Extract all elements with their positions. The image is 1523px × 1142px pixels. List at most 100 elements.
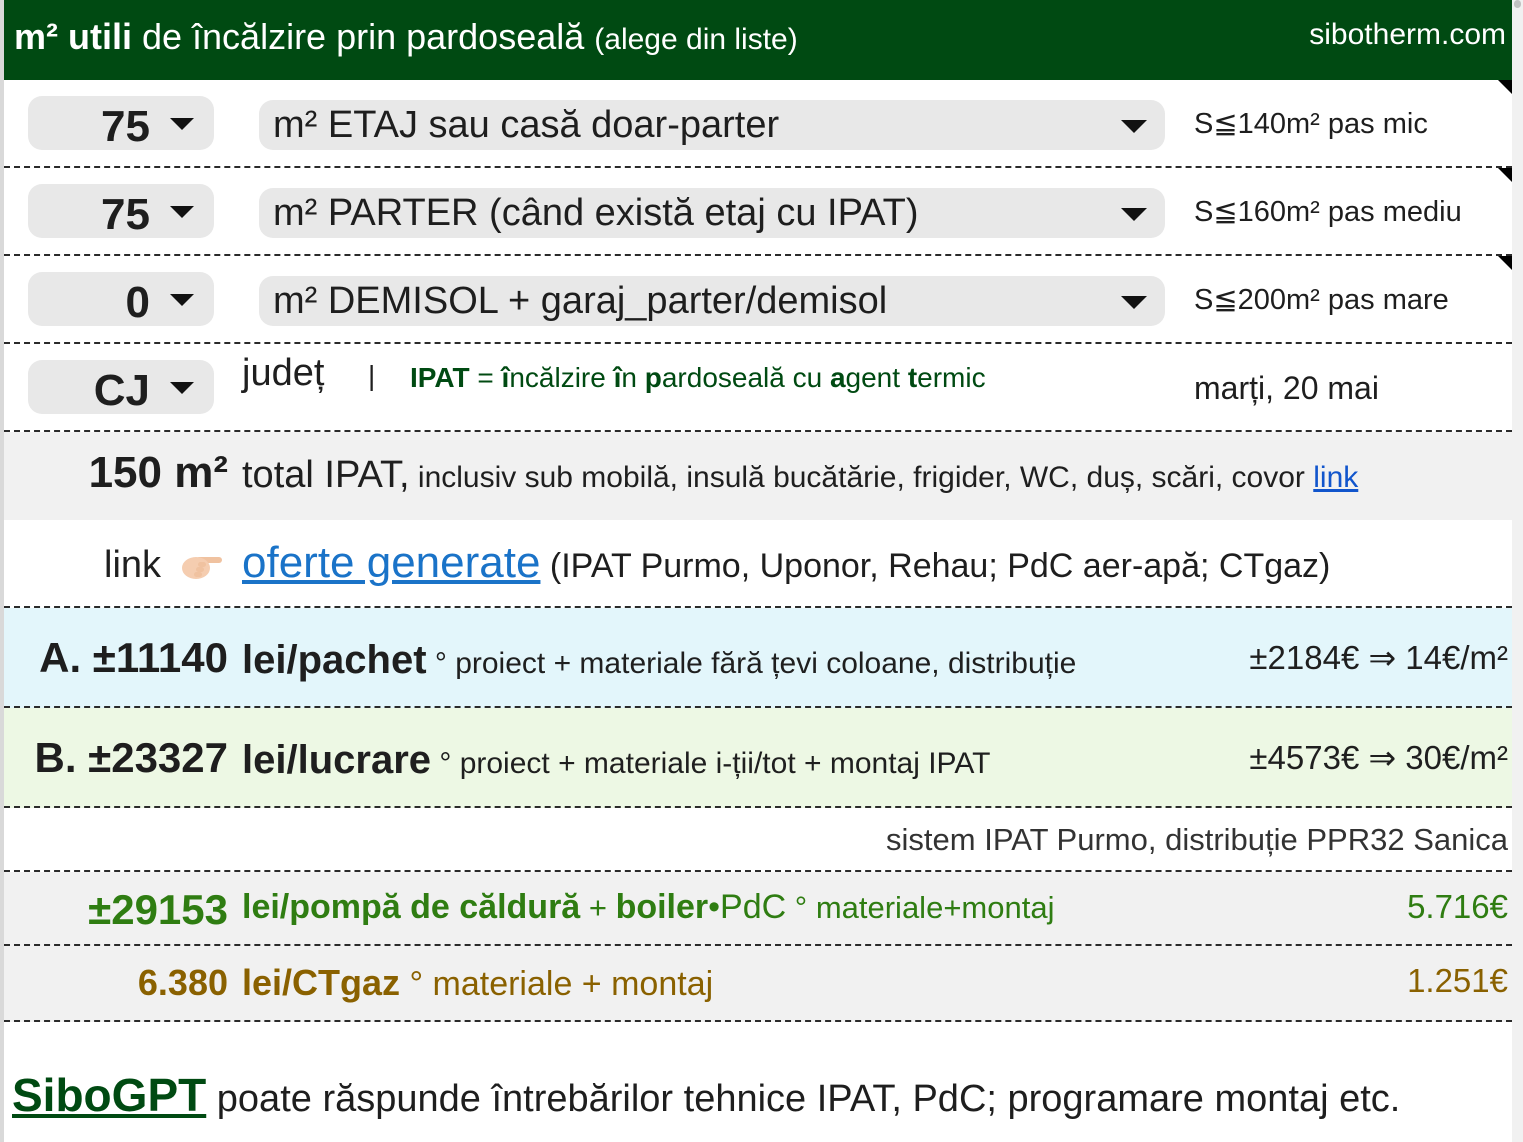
page-title: m² utili de încălzire prin pardoseală (a…: [14, 16, 798, 58]
county-row: CJ județ | IPAT = încălzire în pardoseal…: [4, 344, 1512, 432]
package-b-row: B. ±23327 lei/lucrare ° proiect + materi…: [4, 708, 1512, 808]
package-b-price: B. ±23327: [34, 734, 228, 781]
title-bold: m² utili: [14, 16, 132, 57]
heatpump-unit: lei/pompă de căldură: [242, 888, 581, 926]
ipat-letter-p: p: [644, 362, 662, 393]
step-note: S≦140m² pas mic: [1194, 108, 1428, 140]
floor-type-etaj-dropdown[interactable]: m² ETAJ sau casă doar-parter: [259, 100, 1165, 150]
area-parter-value: 75: [101, 190, 150, 239]
ctgaz-unit: lei/CTgaz: [242, 962, 401, 1003]
system-row: sistem IPAT Purmo, distribuție PPR32 San…: [4, 808, 1512, 872]
note-marker-icon: [1498, 256, 1512, 270]
total-row: 150 m² total IPAT, inclusiv sub mobilă, …: [4, 432, 1512, 520]
boiler-label: boiler: [615, 888, 709, 926]
ctgaz-row: 6.380 lei/CTgaz ° materiale + montaj 1.2…: [4, 946, 1512, 1022]
chevron-down-icon[interactable]: [170, 294, 194, 306]
area-demisol-dropdown[interactable]: 0: [28, 272, 214, 327]
county-value: CJ: [93, 366, 150, 415]
degree-mark: °: [400, 965, 424, 1003]
offers-details: (IPAT Purmo, Uponor, Rehau; PdC aer-apă;…: [540, 547, 1331, 585]
offers-row: link oferte generate (IPAT Purmo, Uponor…: [4, 520, 1512, 608]
area-etaj-dropdown[interactable]: 75: [28, 96, 214, 151]
site-name: sibotherm.com: [1309, 18, 1506, 51]
area-row-demisol: 0 m² DEMISOL + garaj_parter/demisol S≦20…: [4, 256, 1512, 344]
scroll-thumb[interactable]: [1514, 0, 1521, 8]
package-b-description: lei/lucrare ° proiect + materiale i-ții/…: [242, 738, 990, 783]
total-area: 150 m²: [88, 448, 228, 497]
package-a-description: lei/pachet ° proiect + materiale fără țe…: [242, 638, 1076, 683]
total-details: inclusiv sub mobilă, insulă bucătărie, f…: [409, 461, 1314, 494]
header-bar: m² utili de încălzire prin pardoseală (a…: [4, 0, 1512, 80]
step-note: S≦200m² pas mare: [1194, 284, 1449, 316]
package-b-unit: lei/lucrare: [242, 738, 432, 782]
pdc-label: •PdC: [708, 888, 787, 926]
ipat-word-in: n: [621, 362, 645, 393]
ipat-abbr: IPAT: [410, 362, 470, 393]
note-marker-icon: [1498, 80, 1512, 94]
current-date: marți, 20 mai: [1194, 370, 1379, 406]
offers-text: oferte generate (IPAT Purmo, Uponor, Reh…: [242, 538, 1330, 588]
package-b-euro: ±4573€ ⇒ 30€/m²: [1249, 739, 1508, 776]
ipat-word-termic: ermic: [917, 362, 986, 393]
package-a-euro: ±2184€ ⇒ 14€/m²: [1249, 639, 1508, 676]
area-demisol-value: 0: [125, 278, 150, 327]
ipat-word-incalzire: ncălzire: [509, 362, 614, 393]
ipat-eq: =: [469, 362, 502, 393]
package-a-unit: lei/pachet: [242, 638, 427, 682]
ipat-word-pardoseala: ardoseală cu: [661, 362, 830, 393]
floor-type-parter-dropdown[interactable]: m² PARTER (când există etaj cu IPAT): [259, 188, 1165, 238]
scrollbar[interactable]: [1512, 0, 1523, 1142]
package-b-details: proiect + materiale i-ții/tot + montaj I…: [451, 747, 991, 780]
system-description: sistem IPAT Purmo, distribuție PPR32 San…: [886, 822, 1508, 857]
ctgaz-description: lei/CTgaz ° materiale + montaj: [242, 962, 713, 1004]
note-marker-icon: [1498, 168, 1512, 182]
area-parter-dropdown[interactable]: 75: [28, 184, 214, 239]
ipat-letter-a: a: [829, 362, 846, 393]
floor-type-label: m² DEMISOL + garaj_parter/demisol: [273, 280, 888, 322]
chevron-down-icon[interactable]: [1121, 296, 1147, 309]
heatpump-price: ±29153: [88, 886, 228, 933]
total-link[interactable]: link: [1313, 461, 1358, 494]
floor-type-label: m² ETAJ sau casă doar-parter: [273, 104, 780, 146]
ipat-letter-t: t: [907, 362, 918, 393]
total-label: total IPAT,: [242, 454, 410, 496]
degree-mark: °: [786, 890, 808, 925]
separator: |: [368, 360, 376, 391]
package-a-details: proiect + materiale fără țevi coloane, d…: [446, 647, 1077, 680]
package-a-price: A. ±11140: [39, 634, 228, 681]
county-label: județ: [242, 352, 325, 394]
total-description: total IPAT, inclusiv sub mobilă, insulă …: [242, 454, 1358, 497]
chevron-down-icon[interactable]: [170, 206, 194, 218]
sibogpt-link[interactable]: SiboGPT: [12, 1069, 206, 1121]
chevron-down-icon[interactable]: [170, 382, 194, 394]
ipat-word-agent: gent: [845, 362, 908, 393]
footer-description: poate răspunde întrebărilor tehnice IPAT…: [206, 1078, 1401, 1120]
generated-offers-link[interactable]: oferte generate: [242, 538, 540, 587]
floor-type-demisol-dropdown[interactable]: m² DEMISOL + garaj_parter/demisol: [259, 276, 1165, 326]
heatpump-details: materiale+montaj: [807, 890, 1055, 925]
ctgaz-details: materiale + montaj: [423, 965, 714, 1003]
title-hint: (alege din liste): [594, 23, 798, 56]
plus-sign: +: [580, 890, 616, 925]
heatpump-euro: 5.716€: [1407, 888, 1508, 925]
pointing-hand-icon: [182, 557, 222, 579]
calculator-sheet: m² utili de încălzire prin pardoseală (a…: [4, 0, 1512, 1142]
area-row-etaj: 75 m² ETAJ sau casă doar-parter S≦140m² …: [4, 80, 1512, 168]
area-row-parter: 75 m² PARTER (când există etaj cu IPAT) …: [4, 168, 1512, 256]
offers-link-word: link: [104, 544, 162, 586]
area-etaj-value: 75: [101, 102, 150, 151]
package-a-row: A. ±11140 lei/pachet ° proiect + materia…: [4, 608, 1512, 708]
degree-mark: °: [426, 647, 447, 680]
floor-type-label: m² PARTER (când există etaj cu IPAT): [273, 192, 919, 234]
chevron-down-icon[interactable]: [1121, 120, 1147, 133]
ctgaz-euro: 1.251€: [1407, 962, 1508, 999]
chevron-down-icon[interactable]: [1121, 208, 1147, 221]
footer-note: SiboGPT poate răspunde întrebărilor tehn…: [12, 1068, 1400, 1122]
chevron-down-icon[interactable]: [170, 118, 194, 130]
heatpump-row: ±29153 lei/pompă de căldură + boiler•PdC…: [4, 872, 1512, 946]
ctgaz-price: 6.380: [137, 962, 228, 1003]
heatpump-description: lei/pompă de căldură + boiler•PdC ° mate…: [242, 888, 1054, 927]
county-dropdown[interactable]: CJ: [28, 360, 214, 415]
title-rest: de încălzire prin pardoseală: [131, 16, 585, 57]
ipat-definition: IPAT = încălzire în pardoseală cu agent …: [410, 362, 986, 394]
